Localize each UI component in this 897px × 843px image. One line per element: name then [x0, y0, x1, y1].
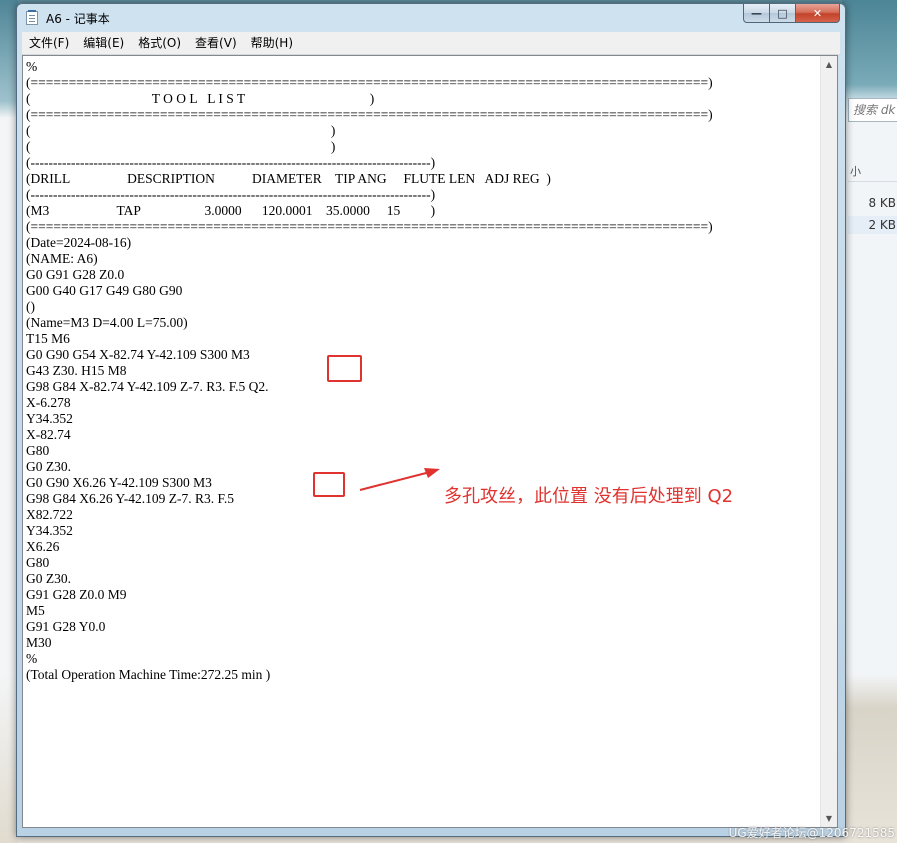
minimize-button[interactable]: —: [743, 4, 770, 23]
text-line[interactable]: G0 Z30.: [26, 571, 816, 587]
text-line[interactable]: G91 G28 Y0.0: [26, 619, 816, 635]
notepad-icon[interactable]: [26, 10, 38, 25]
text-line[interactable]: X-82.74: [26, 427, 816, 443]
text-line[interactable]: G43 Z30. H15 M8: [26, 363, 816, 379]
caption-buttons: — □ ✕: [743, 4, 840, 24]
menu-bar: 文件(F) 编辑(E) 格式(O) 查看(V) 帮助(H): [22, 32, 840, 55]
text-line[interactable]: (Total Operation Machine Time:272.25 min…: [26, 667, 816, 683]
text-line[interactable]: %: [26, 651, 816, 667]
text-line[interactable]: (NAME: A6): [26, 251, 816, 267]
window-title: A6 - 记事本: [46, 12, 110, 26]
highlight-q2-present: [327, 355, 362, 382]
text-line[interactable]: (M3 TAP 3.0000 120.0001 35.0000 15 ): [26, 203, 816, 219]
text-line[interactable]: G80: [26, 555, 816, 571]
text-line[interactable]: X-6.278: [26, 395, 816, 411]
text-line[interactable]: (---------------------------------------…: [26, 155, 816, 171]
text-line[interactable]: G80: [26, 443, 816, 459]
text-line[interactable]: Y34.352: [26, 523, 816, 539]
text-line[interactable]: X82.722: [26, 507, 816, 523]
text-line[interactable]: G98 G84 X-82.74 Y-42.109 Z-7. R3. F.5 Q2…: [26, 379, 816, 395]
menu-edit[interactable]: 编辑(E): [76, 33, 131, 53]
maximize-icon: □: [777, 6, 788, 20]
text-line[interactable]: G0 G91 G28 Z0.0: [26, 267, 816, 283]
menu-view[interactable]: 查看(V): [188, 33, 244, 53]
text-line[interactable]: ( ): [26, 139, 816, 155]
text-line[interactable]: (Date=2024-08-16): [26, 235, 816, 251]
menu-help[interactable]: 帮助(H): [244, 33, 300, 53]
minimize-icon: —: [751, 6, 762, 20]
background-file-size: 8 KB: [868, 196, 896, 210]
annotation-text: 多孔攻丝，此位置 没有后处理到 Q2: [444, 486, 734, 507]
watermark: UG爱好者论坛@1206721585: [728, 826, 895, 840]
text-line[interactable]: %: [26, 59, 816, 75]
text-line[interactable]: (=======================================…: [26, 75, 816, 91]
text-line[interactable]: M5: [26, 603, 816, 619]
text-line[interactable]: (DRILL DESCRIPTION DIAMETER TIP ANG FLUT…: [26, 171, 816, 187]
text-line[interactable]: Y34.352: [26, 411, 816, 427]
annotation-arrow-icon: [359, 468, 440, 491]
close-icon: ✕: [812, 6, 823, 20]
highlight-q2-missing: [313, 472, 345, 497]
text-line[interactable]: (=======================================…: [26, 219, 816, 235]
text-line[interactable]: ( T O O L L I S T ): [26, 91, 816, 107]
text-line[interactable]: G91 G28 Z0.0 M9: [26, 587, 816, 603]
background-column-header: 小: [848, 163, 897, 182]
notepad-window: A6 - 记事本 — □ ✕ 文件(F) 编辑(E) 格式(O) 查看(V) 帮…: [16, 3, 846, 837]
maximize-button[interactable]: □: [770, 4, 796, 23]
menu-format[interactable]: 格式(O): [131, 33, 188, 53]
text-line[interactable]: ( ): [26, 123, 816, 139]
text-editor-area[interactable]: % (======================================…: [22, 55, 838, 828]
background-file-size: 2 KB: [848, 216, 897, 234]
text-line[interactable]: T15 M6: [26, 331, 816, 347]
text-line[interactable]: G00 G40 G17 G49 G80 G90: [26, 283, 816, 299]
text-line[interactable]: M30: [26, 635, 816, 651]
text-line[interactable]: X6.26: [26, 539, 816, 555]
text-line[interactable]: (---------------------------------------…: [26, 187, 816, 203]
text-line[interactable]: (): [26, 299, 816, 315]
text-line[interactable]: G0 G90 G54 X-82.74 Y-42.109 S300 M3: [26, 347, 816, 363]
title-bar[interactable]: A6 - 记事本 — □ ✕: [17, 4, 845, 31]
scroll-up-icon[interactable]: ▲: [821, 56, 837, 73]
text-line[interactable]: (Name=M3 D=4.00 L=75.00): [26, 315, 816, 331]
close-button[interactable]: ✕: [796, 4, 840, 23]
text-content[interactable]: % (======================================…: [26, 59, 816, 819]
background-explorer-window: 搜索 dk 小 8 KB 2 KB: [842, 0, 897, 843]
background-search-box[interactable]: 搜索 dk: [848, 98, 897, 122]
menu-file[interactable]: 文件(F): [22, 33, 76, 53]
text-line[interactable]: (=======================================…: [26, 107, 816, 123]
vertical-scrollbar[interactable]: ▲ ▼: [820, 56, 837, 827]
